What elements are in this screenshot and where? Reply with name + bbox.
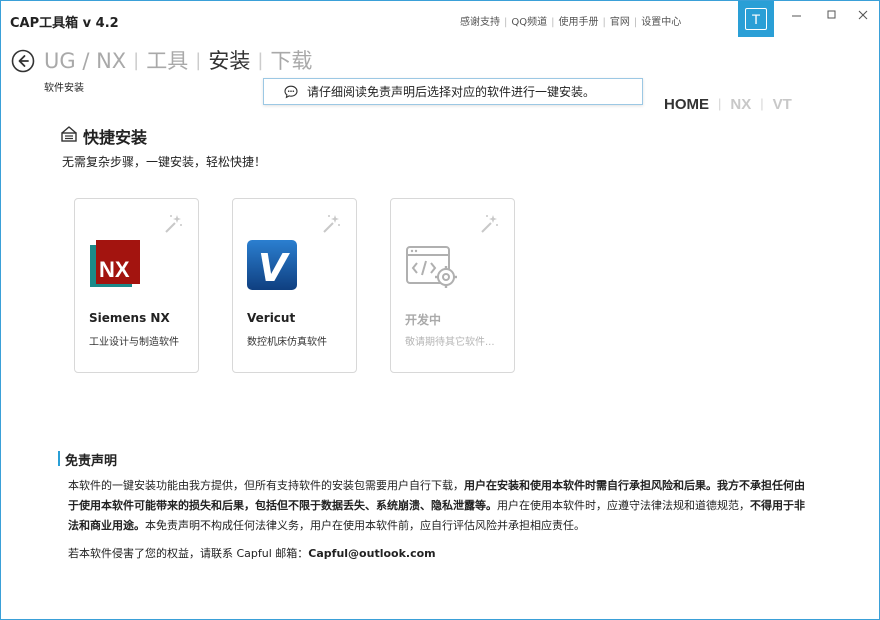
card-name: Siemens NX <box>89 311 170 325</box>
divider: | <box>602 17 606 28</box>
card-description: 工业设计与制造软件 <box>89 337 179 348</box>
user-badge[interactable]: T <box>738 1 774 37</box>
card-siemens-nx[interactable]: NX Siemens NX 工业设计与制造软件 <box>74 198 199 373</box>
link-thanks[interactable]: 感谢支持 <box>460 17 500 28</box>
minimize-icon <box>792 15 801 17</box>
vericut-logo: V <box>247 240 297 290</box>
disclaimer-text: 本免责声明不构成任何法律义务，用户在使用本软件前，应自行评估风险并承担相应责任。 <box>145 519 585 532</box>
divider: | <box>504 17 508 28</box>
link-manual[interactable]: 使用手册 <box>559 17 599 28</box>
app-window: CAP工具箱 v 4.2 感谢支持 | QQ频道 | 使用手册 | 官网 | 设置中心 T UG… <box>0 0 880 620</box>
user-badge-letter: T <box>745 8 767 30</box>
divider: | <box>633 17 638 28</box>
install-box-icon <box>61 126 77 142</box>
right-nav: HOME | NX | VT <box>664 96 792 113</box>
title-bar: CAP工具箱 v 4.2 感谢支持 | QQ频道 | 使用手册 | 官网 | 设置中心 T <box>1 1 879 39</box>
back-button[interactable] <box>11 49 35 73</box>
divider: | <box>718 96 722 111</box>
card-coming-soon: 开发中 敬请期待其它软件... <box>390 198 515 373</box>
breadcrumb-download[interactable]: 下载 <box>270 49 312 73</box>
card-description: 数控机床仿真软件 <box>247 337 327 348</box>
section-title: 快捷安装 <box>83 128 148 147</box>
card-name: 开发中 <box>405 313 442 327</box>
card-vericut[interactable]: V Vericut 数控机床仿真软件 <box>232 198 357 373</box>
divider: | <box>133 50 140 71</box>
code-gear-icon <box>406 246 457 288</box>
magic-wand-icon <box>481 215 498 233</box>
back-arrow-icon <box>11 49 35 73</box>
disclaimer-contact: 若本软件侵害了您的权益，请联系 Capful 邮箱：Capful@outlook… <box>68 545 436 561</box>
vericut-logo-text: V <box>258 246 290 290</box>
divider: | <box>195 50 202 71</box>
page-subtitle: 软件安装 <box>44 83 84 94</box>
app-title: CAP工具箱 v 4.2 <box>10 16 119 31</box>
minimize-button[interactable] <box>785 7 807 27</box>
close-button[interactable] <box>852 7 874 27</box>
breadcrumb-install[interactable]: 安装 <box>208 49 250 73</box>
notice-text: 请仔细阅读免责声明后选择对应的软件进行一键安装。 <box>307 85 596 99</box>
disclaimer-title: 免责声明 <box>65 454 118 469</box>
notice-banner: 请仔细阅读免责声明后选择对应的软件进行一键安装。 <box>263 78 643 105</box>
link-qq-channel[interactable]: QQ频道 <box>511 17 547 28</box>
nx-logo-text: NX <box>99 257 130 282</box>
divider: | <box>760 96 764 111</box>
nav-home[interactable]: HOME <box>664 96 709 113</box>
section-subtitle: 无需复杂步骤，一键安装，轻松快捷！ <box>62 155 267 169</box>
breadcrumb-ug-nx[interactable]: UG / NX <box>44 49 126 73</box>
maximize-icon <box>827 10 836 19</box>
card-name: Vericut <box>247 311 296 325</box>
magic-wand-icon <box>165 215 182 233</box>
divider: | <box>551 17 555 28</box>
chat-bubble-icon <box>284 85 298 98</box>
nav-vt[interactable]: VT <box>773 96 792 113</box>
section-accent-bar <box>58 451 60 466</box>
nav-nx[interactable]: NX <box>730 96 751 113</box>
breadcrumb: UG / NX | 工具 | 安装 | 下载 <box>44 45 312 75</box>
disclaimer-text: 用户在使用本软件时，应遵守法律法规和道德规范， <box>497 499 750 512</box>
link-website[interactable]: 官网 <box>610 17 630 28</box>
nx-logo: NX <box>90 240 140 287</box>
close-icon <box>858 10 868 20</box>
contact-email[interactable]: Capful@outlook.com <box>308 547 435 560</box>
breadcrumb-tools[interactable]: 工具 <box>146 49 188 73</box>
contact-prefix: 若本软件侵害了您的权益，请联系 Capful 邮箱： <box>68 547 309 560</box>
disclaimer-text: 本软件的一键安装功能由我方提供，但所有支持软件的安装包需要用户自行下载， <box>68 479 464 492</box>
disclaimer-body: 本软件的一键安装功能由我方提供，但所有支持软件的安装包需要用户自行下载，用户在安… <box>68 476 808 536</box>
maximize-button[interactable] <box>820 7 842 27</box>
divider: | <box>257 50 264 71</box>
top-links: 感谢支持 | QQ频道 | 使用手册 | 官网 | 设置中心 <box>460 13 681 28</box>
magic-wand-icon <box>323 215 340 233</box>
card-description: 敬请期待其它软件... <box>405 337 495 348</box>
link-settings[interactable]: 设置中心 <box>641 17 681 28</box>
